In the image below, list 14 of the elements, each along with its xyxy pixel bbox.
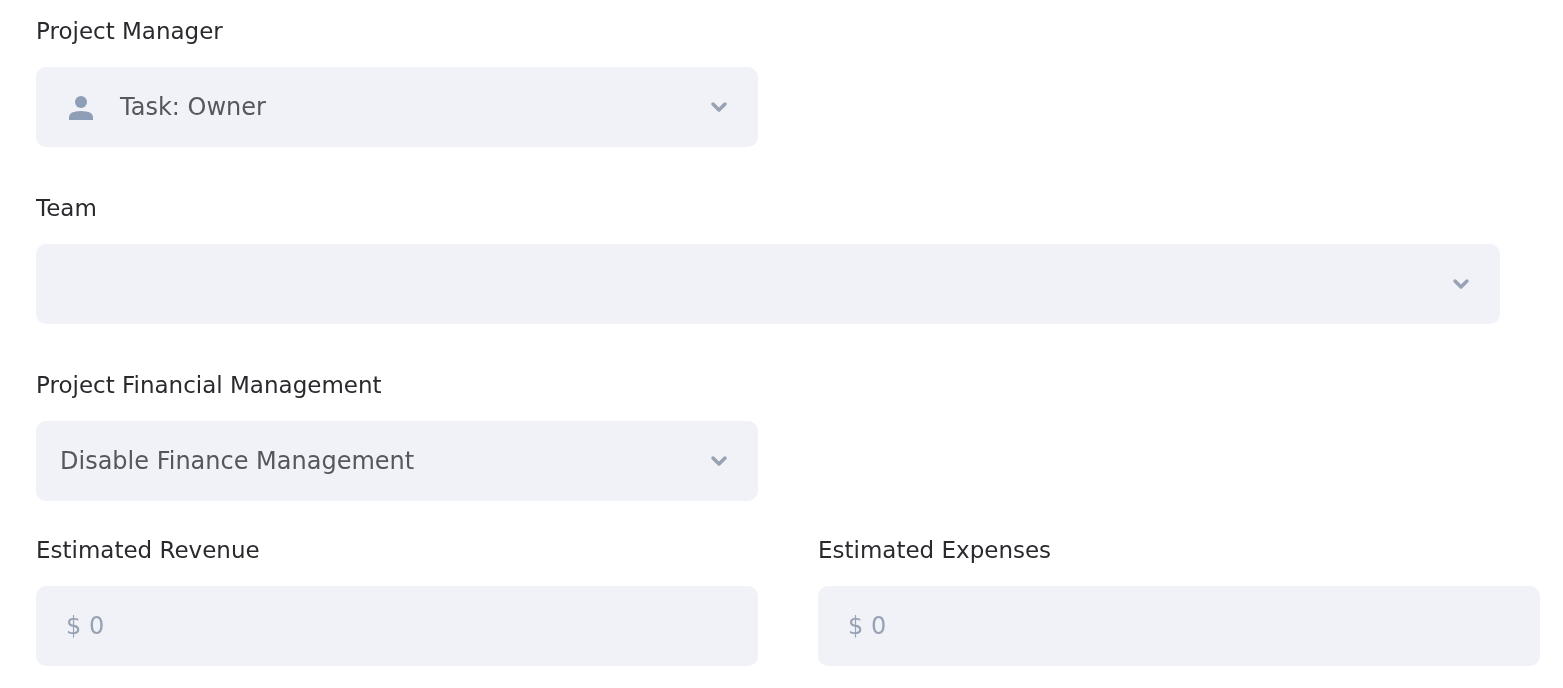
chevron-down-icon	[710, 101, 728, 113]
input-field[interactable]: $ 0	[36, 586, 758, 666]
select-field[interactable]	[36, 244, 1500, 324]
field-label: Project Manager	[36, 17, 224, 46]
field-label: Project Financial Management	[36, 371, 383, 400]
person-icon	[68, 94, 94, 120]
field-label: Team	[36, 194, 98, 223]
field-label: Estimated Revenue	[36, 536, 261, 565]
select-field[interactable]: Task: Owner	[36, 67, 758, 147]
chevron-down-icon	[1452, 278, 1470, 290]
select-field[interactable]: Disable Finance Management	[36, 421, 758, 501]
chevron-down-icon	[710, 455, 728, 467]
field-label: Estimated Expenses	[818, 536, 1053, 565]
input-field[interactable]: $ 0	[818, 586, 1540, 666]
